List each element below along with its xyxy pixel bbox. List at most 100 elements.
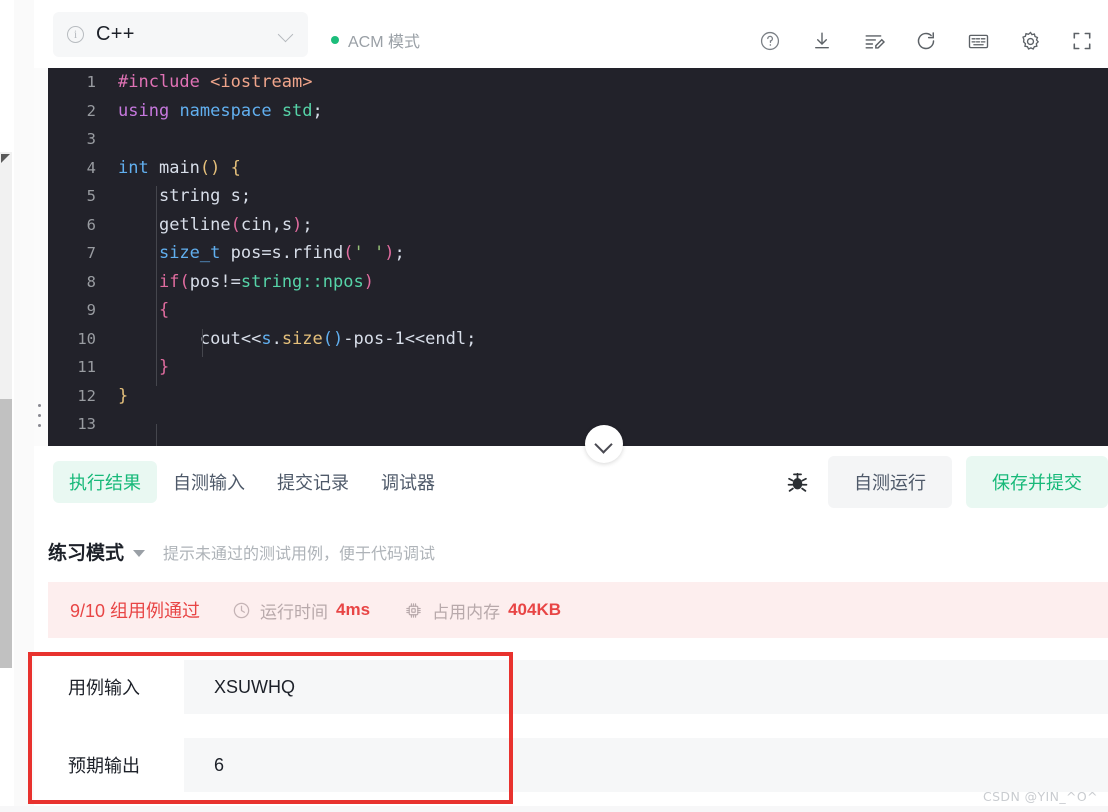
language-selector[interactable]: i C++: [53, 12, 308, 57]
code-line: 8 if(pos!=string::npos): [48, 268, 1108, 297]
code-token: main: [159, 158, 200, 178]
code-text: using namespace std;: [110, 101, 323, 121]
code-line: 12}: [48, 382, 1108, 411]
code-token: int: [118, 158, 149, 178]
indent-guide: [156, 357, 157, 386]
indent-guide: [156, 329, 157, 358]
page-scrollbar-track[interactable]: [0, 154, 12, 514]
code-token: namespace: [179, 101, 271, 121]
code-line: 3: [48, 125, 1108, 154]
code-editor[interactable]: 1#include <iostream>2using namespace std…: [48, 68, 1108, 446]
code-text: size_t pos=s.rfind(' ');: [110, 243, 405, 263]
fullscreen-icon[interactable]: [1056, 26, 1108, 56]
indent-guide: [156, 272, 157, 301]
code-token: [220, 158, 230, 178]
scroll-arrow-icon[interactable]: [0, 152, 12, 164]
code-line: 2using namespace std;: [48, 97, 1108, 126]
code-token: <iostream>: [210, 72, 312, 92]
code-token: ::: [302, 272, 322, 292]
tab-2[interactable]: 提交记录: [261, 461, 365, 503]
code-text: string s;: [110, 186, 251, 206]
settings-icon[interactable]: [1004, 26, 1056, 56]
page-scrollbar-thumb[interactable]: [0, 399, 12, 668]
code-token: (: [179, 272, 189, 292]
status-dot-icon: [331, 36, 339, 44]
code-token: ): [364, 272, 374, 292]
test-case-label: 预期输出: [48, 752, 184, 778]
code-token: (): [323, 329, 343, 349]
code-token: [118, 357, 159, 377]
code-line: 9 {: [48, 296, 1108, 325]
code-token: ;: [302, 215, 312, 235]
line-number: 2: [48, 102, 110, 120]
code-token: ;: [313, 101, 323, 121]
run-test-button[interactable]: 自测运行: [828, 456, 952, 508]
practice-mode-row: 练习模式 提示未通过的测试用例，便于代码调试: [48, 538, 435, 565]
line-number: 1: [48, 73, 110, 91]
reset-icon[interactable]: [900, 26, 952, 56]
results-tabbar: 执行结果自测输入提交记录调试器 自测运行 保存并提交: [48, 446, 1108, 518]
code-token: ,: [272, 215, 282, 235]
code-text: }: [110, 386, 128, 406]
code-token: [118, 243, 159, 263]
memory-value: 404KB: [508, 600, 561, 620]
code-token: cout<<: [200, 329, 261, 349]
code-line: 6 getline(cin,s);: [48, 211, 1108, 240]
code-token: size: [282, 329, 323, 349]
drag-handle-icon[interactable]: [38, 404, 44, 430]
code-token: npos: [323, 272, 364, 292]
chevron-down-icon: [279, 27, 294, 42]
test-case-value: XSUWHQ: [184, 660, 1108, 714]
practice-mode-hint: 提示未通过的测试用例，便于代码调试: [163, 540, 435, 564]
caret-down-icon[interactable]: [133, 550, 145, 557]
code-text: {: [110, 300, 169, 320]
format-code-icon[interactable]: [848, 26, 900, 56]
code-token: [169, 101, 179, 121]
code-token: rfind: [292, 243, 343, 263]
code-text: int main() {: [110, 158, 241, 178]
tab-1[interactable]: 自测输入: [157, 461, 261, 503]
execution-status-bar: 9/10 组用例通过 运行时间 4ms 占: [48, 582, 1108, 638]
code-token: .: [272, 329, 282, 349]
line-number: 5: [48, 187, 110, 205]
code-token: [118, 300, 159, 320]
line-number: 8: [48, 273, 110, 291]
practice-mode-label[interactable]: 练习模式: [48, 538, 124, 565]
chip-icon: [404, 601, 423, 620]
acm-mode-indicator[interactable]: ACM 模式: [331, 28, 420, 52]
toolbar-icon-group: [744, 26, 1108, 56]
code-token: (: [231, 215, 241, 235]
indent-guide: [156, 186, 157, 215]
test-case-row: 预期输出6: [48, 732, 1108, 798]
submit-button[interactable]: 保存并提交: [966, 456, 1108, 508]
code-token: cin: [241, 215, 272, 235]
bug-icon[interactable]: [780, 465, 814, 499]
code-token: ' ': [353, 243, 384, 263]
download-icon[interactable]: [796, 26, 848, 56]
keyboard-icon[interactable]: [952, 26, 1004, 56]
code-token: -pos-: [343, 329, 394, 349]
code-token: s;: [220, 186, 251, 206]
code-text: cout<<s.size()-pos-1<<endl;: [110, 329, 476, 349]
line-number: 3: [48, 130, 110, 148]
test-case-value: 6: [184, 738, 1108, 792]
results-panel: 练习模式 提示未通过的测试用例，便于代码调试 9/10 组用例通过 运行时间 4…: [48, 518, 1108, 812]
tab-0[interactable]: 执行结果: [53, 461, 157, 503]
line-number: 10: [48, 330, 110, 348]
code-token: s: [261, 329, 271, 349]
acm-mode-label: ACM 模式: [348, 28, 420, 52]
runtime-label: 运行时间: [260, 598, 328, 623]
help-icon[interactable]: [744, 26, 796, 56]
code-token: s: [282, 215, 292, 235]
pass-count-text: 9/10 组用例通过: [70, 597, 200, 623]
case-gap: [48, 720, 1108, 732]
test-case-row: 用例输入XSUWHQ: [48, 654, 1108, 720]
tab-3[interactable]: 调试器: [365, 461, 451, 503]
code-token: [118, 329, 200, 349]
code-token: }: [118, 386, 128, 406]
code-token: string: [159, 186, 220, 206]
code-line: 10 cout<<s.size()-pos-1<<endl;: [48, 325, 1108, 354]
panel-splitter-rail[interactable]: [34, 68, 48, 446]
code-text: }: [110, 357, 169, 377]
collapse-editor-button[interactable]: [585, 425, 623, 463]
